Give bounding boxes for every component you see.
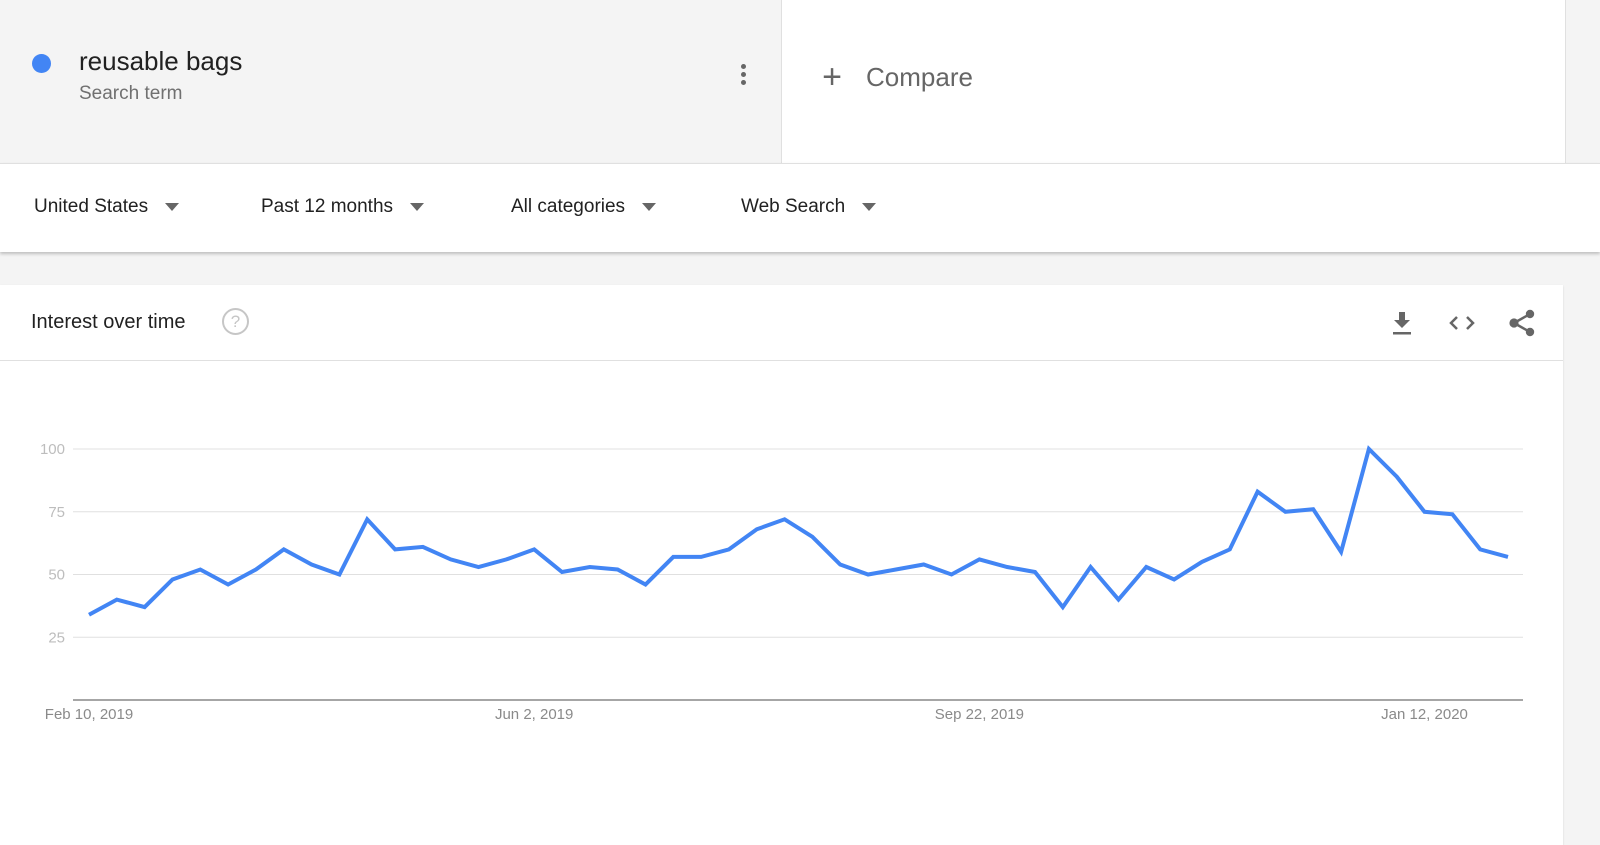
- x-tick-label: Jun 2, 2019: [495, 706, 573, 723]
- x-tick-label: Sep 22, 2019: [935, 706, 1024, 723]
- more-options-icon[interactable]: [733, 64, 753, 90]
- filter-bar: United States Past 12 months All categor…: [0, 163, 1600, 252]
- series-color-dot: [32, 54, 51, 73]
- search-term-card: reusable bags Search term: [0, 0, 781, 163]
- caret-down-icon: [642, 203, 657, 211]
- filter-search-type[interactable]: Web Search: [741, 196, 877, 218]
- filter-category-label: All categories: [511, 196, 626, 217]
- y-tick-label: 75: [48, 504, 65, 521]
- filter-time-range-label: Past 12 months: [261, 196, 394, 217]
- compare-button[interactable]: + Compare: [818, 60, 973, 94]
- filter-time-range[interactable]: Past 12 months: [261, 196, 425, 218]
- filter-search-type-label: Web Search: [741, 196, 846, 217]
- caret-down-icon: [862, 203, 877, 211]
- series-line: [88, 445, 1509, 617]
- caret-down-icon: [165, 203, 180, 211]
- line-chart[interactable]: 25 50 75 100 Feb 10, 2019 Jun 2, 2019 Sep 22, …: [0, 285, 1563, 845]
- compare-card: + Compare: [781, 0, 1566, 163]
- interest-over-time-card: Interest over time ? 25 50 75 100 Feb 10, 20…: [0, 285, 1563, 845]
- x-tick-label: Feb 10, 2019: [45, 706, 133, 723]
- x-tick-label: Jan 12, 2020: [1381, 706, 1468, 723]
- y-tick-label: 25: [48, 629, 65, 646]
- compare-label: Compare: [866, 61, 973, 92]
- y-tick-label: 100: [40, 441, 65, 458]
- filter-region[interactable]: United States: [34, 196, 180, 218]
- caret-down-icon: [410, 203, 425, 211]
- search-term-name[interactable]: reusable bags: [79, 46, 242, 77]
- filter-category[interactable]: All categories: [511, 196, 657, 218]
- y-tick-label: 50: [48, 567, 65, 584]
- plus-icon: +: [822, 58, 842, 96]
- filter-region-label: United States: [34, 196, 149, 217]
- search-term-subtitle: Search term: [79, 83, 183, 104]
